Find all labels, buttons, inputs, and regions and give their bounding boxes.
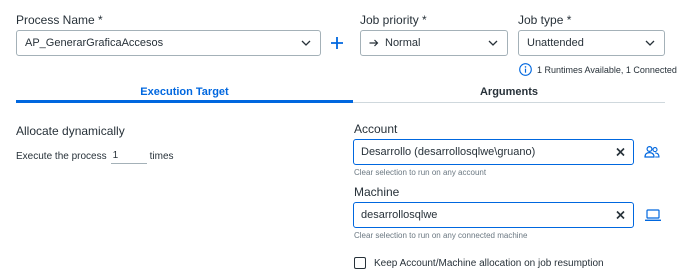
allocate-dynamically-title: Allocate dynamically — [16, 124, 125, 138]
keep-allocation-row: Keep Account/Machine allocation on job r… — [354, 257, 604, 269]
users-icon[interactable] — [643, 144, 661, 160]
machine-value: desarrollosqlwe — [361, 209, 438, 221]
machine-helper-text: Clear selection to run on any connected … — [354, 231, 528, 240]
plus-icon — [330, 36, 344, 50]
execute-count-input[interactable] — [110, 148, 147, 164]
chevron-down-icon — [645, 40, 655, 46]
execute-times-row: Execute the process times — [16, 148, 174, 164]
keep-allocation-label: Keep Account/Machine allocation on job r… — [374, 257, 604, 269]
keep-allocation-checkbox[interactable] — [354, 257, 366, 269]
process-name-label: Process Name * — [16, 13, 103, 27]
execute-suffix: times — [149, 150, 174, 162]
clear-machine-icon[interactable] — [616, 210, 625, 220]
clear-account-icon[interactable] — [616, 147, 625, 157]
runtimes-info-text: 1 Runtimes Available, 1 Connected — [537, 64, 677, 75]
execute-prefix: Execute the process — [16, 150, 107, 162]
job-type-label: Job type * — [518, 13, 572, 27]
tab-execution-target[interactable]: Execution Target — [16, 86, 353, 98]
job-type-select[interactable]: Unattended — [518, 30, 665, 56]
account-field[interactable]: Desarrollo (desarrollosqlwe\gruano) — [353, 139, 634, 165]
runtimes-info: 1 Runtimes Available, 1 Connected — [519, 63, 677, 76]
machine-field[interactable]: desarrollosqlwe — [353, 202, 634, 228]
account-helper-text: Clear selection to run on any account — [354, 168, 487, 177]
active-tab-indicator — [16, 100, 353, 103]
start-job-form: Process Name * AP_GenerarGraficaAccesos … — [0, 0, 690, 278]
machine-label: Machine — [354, 185, 400, 199]
tab-arguments[interactable]: Arguments — [353, 86, 665, 98]
process-name-value: AP_GenerarGraficaAccesos — [25, 37, 164, 49]
chevron-down-icon — [488, 40, 498, 46]
account-value: Desarrollo (desarrollosqlwe\gruano) — [361, 146, 536, 158]
info-icon — [519, 63, 532, 76]
chevron-down-icon — [301, 40, 311, 46]
job-priority-select[interactable]: Normal — [360, 30, 508, 56]
job-priority-label: Job priority * — [360, 13, 427, 27]
add-process-button[interactable] — [328, 34, 346, 52]
job-type-value: Unattended — [527, 37, 584, 49]
process-name-select[interactable]: AP_GenerarGraficaAccesos — [16, 30, 321, 56]
account-label: Account — [354, 122, 398, 136]
arrow-right-icon — [369, 39, 379, 47]
laptop-icon[interactable] — [643, 207, 663, 223]
job-priority-value: Normal — [385, 37, 421, 49]
